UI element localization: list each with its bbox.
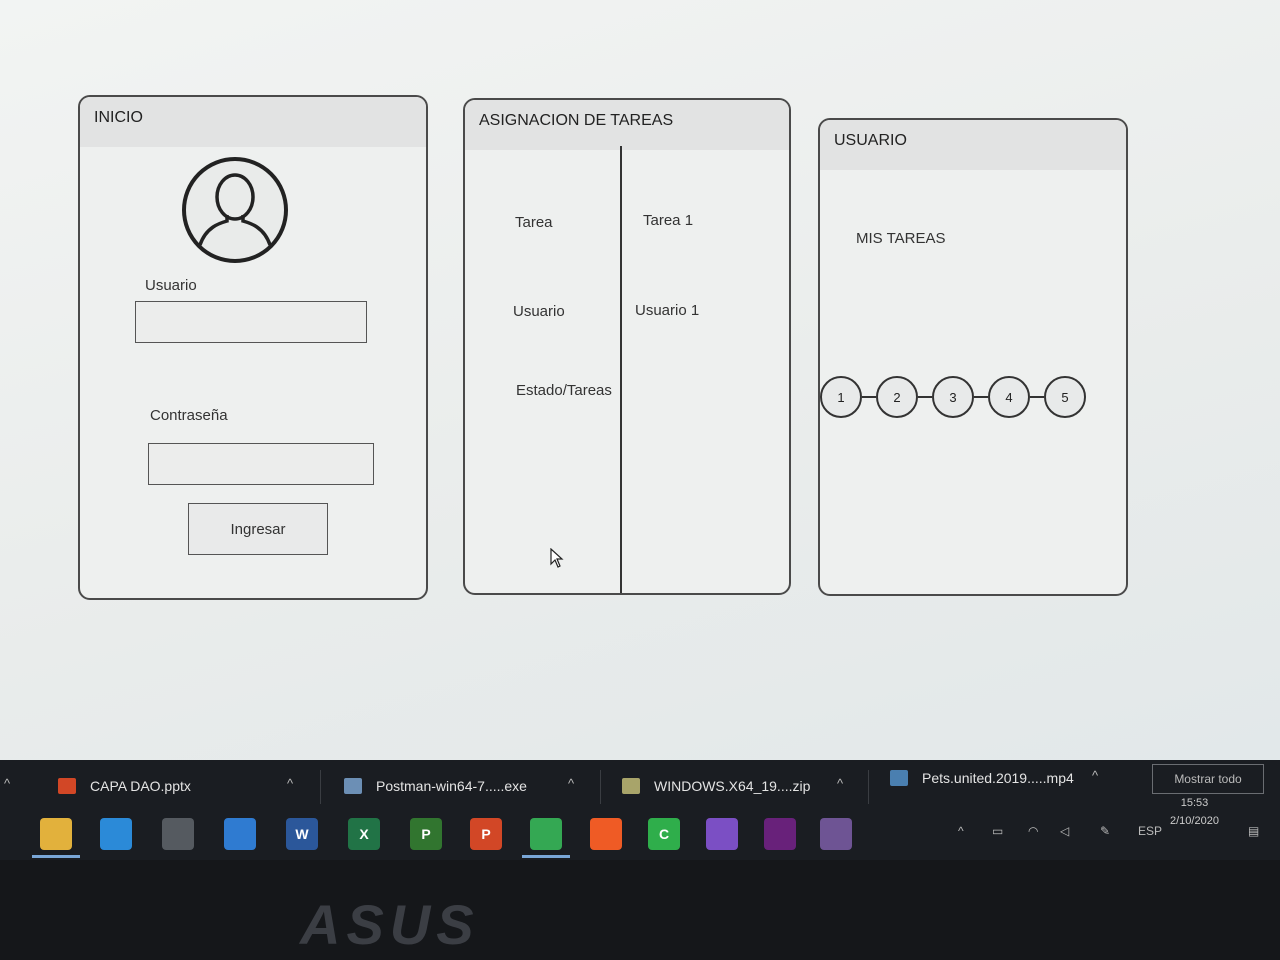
password-input[interactable] (148, 443, 374, 485)
visual-studio-2-icon[interactable] (764, 818, 796, 850)
file-explorer-icon[interactable] (32, 818, 80, 858)
zip-file-icon (622, 778, 640, 794)
mouse-cursor-icon (550, 548, 564, 568)
clock-date: 2/10/2020 (1170, 815, 1219, 827)
exe-file-icon (344, 778, 362, 794)
download-filename: WINDOWS.X64_19....zip (654, 778, 811, 794)
login-panel-title: INICIO (80, 97, 426, 147)
wifi-icon[interactable]: ◠ (1028, 824, 1038, 838)
excel-icon[interactable]: X (348, 818, 380, 850)
chevron-up-icon[interactable]: ^ (4, 776, 10, 791)
task-assignment-title: ASIGNACION DE TAREAS (465, 100, 789, 150)
pen-icon[interactable]: ✎ (1100, 824, 1110, 838)
mail-icon[interactable] (224, 818, 256, 850)
chevron-up-icon[interactable]: ^ (837, 776, 843, 791)
volume-icon[interactable]: ◁ (1060, 824, 1069, 838)
download-filename: Pets.united.2019.....mp4 (922, 770, 1074, 786)
user-input[interactable] (135, 301, 367, 343)
download-bar: ^ CAPA DAO.pptx ^ Postman-win64-7.....ex… (0, 760, 1280, 812)
powerpoint-file-icon (58, 778, 76, 794)
clock-time: 15:53 (1180, 797, 1209, 809)
clock[interactable]: 15:53 2/10/2020 (1170, 794, 1219, 830)
step-1[interactable]: 1 (820, 376, 862, 418)
download-item[interactable]: WINDOWS.X64_19....zip (622, 778, 810, 794)
chevron-up-icon[interactable]: ^ (958, 824, 964, 838)
login-panel: INICIO Usuario Contraseña Ingresar (78, 95, 428, 600)
step-connector (862, 396, 876, 398)
taskbar: ^ CAPA DAO.pptx ^ Postman-win64-7.....ex… (0, 760, 1280, 860)
task-label: Tarea (515, 214, 553, 231)
app-tray: WXPPC ^ ▭ ◠ ◁ ✎ ESP 15:53 2/10/2020 ▤ (0, 797, 1280, 860)
chrome-icon[interactable] (522, 818, 570, 858)
my-tasks-heading: MIS TAREAS (856, 230, 946, 247)
camtasia-icon[interactable]: C (648, 818, 680, 850)
chevron-up-icon[interactable]: ^ (1092, 768, 1098, 783)
battery-icon[interactable]: ▭ (992, 824, 1003, 838)
store-icon[interactable] (162, 818, 194, 850)
step-connector (918, 396, 932, 398)
brand-logo: ASUS (300, 893, 480, 956)
step-4[interactable]: 4 (988, 376, 1030, 418)
laptop-bezel: ASUS (0, 860, 1280, 960)
separator (320, 770, 321, 804)
edge-icon[interactable] (100, 818, 132, 850)
user-panel-title: USUARIO (820, 120, 1126, 170)
step-connector (1030, 396, 1044, 398)
separator (868, 770, 869, 804)
step-5[interactable]: 5 (1044, 376, 1086, 418)
password-label: Contraseña (150, 407, 228, 424)
step-2[interactable]: 2 (876, 376, 918, 418)
show-all-button[interactable]: Mostrar todo (1152, 764, 1264, 794)
assignee-value[interactable]: Usuario 1 (635, 302, 699, 319)
notification-icon[interactable]: ▤ (1248, 824, 1259, 838)
step-connector (974, 396, 988, 398)
download-item[interactable]: Postman-win64-7.....exe (344, 778, 527, 794)
task-assignment-panel: ASIGNACION DE TAREAS Tarea Tarea 1 Usuar… (463, 98, 791, 595)
column-divider (620, 146, 622, 593)
visual-studio-icon[interactable] (706, 818, 738, 850)
project-icon[interactable]: P (410, 818, 442, 850)
github-icon[interactable] (820, 818, 852, 850)
status-label: Estado/Tareas (516, 382, 612, 399)
language-indicator[interactable]: ESP (1138, 824, 1162, 838)
powerpoint-icon[interactable]: P (470, 818, 502, 850)
download-item[interactable]: Pets.united.2019.....mp4 (890, 770, 1074, 786)
user-panel: USUARIO MIS TAREAS 1 2 3 4 5 (818, 118, 1128, 596)
chevron-up-icon[interactable]: ^ (287, 776, 293, 791)
separator (600, 770, 601, 804)
step-3[interactable]: 3 (932, 376, 974, 418)
user-label: Usuario (145, 277, 197, 294)
assignee-label: Usuario (513, 303, 565, 320)
word-icon[interactable]: W (286, 818, 318, 850)
download-filename: CAPA DAO.pptx (90, 778, 191, 794)
postman-icon[interactable] (590, 818, 622, 850)
login-button[interactable]: Ingresar (188, 503, 328, 555)
download-item[interactable]: CAPA DAO.pptx (58, 778, 191, 794)
user-avatar-icon (182, 157, 288, 263)
task-stepper: 1 2 3 4 5 (820, 376, 1086, 418)
video-file-icon (890, 770, 908, 786)
download-filename: Postman-win64-7.....exe (376, 778, 527, 794)
chevron-up-icon[interactable]: ^ (568, 776, 574, 791)
task-value[interactable]: Tarea 1 (643, 212, 693, 229)
screen: INICIO Usuario Contraseña Ingresar ASIGN… (0, 0, 1280, 760)
